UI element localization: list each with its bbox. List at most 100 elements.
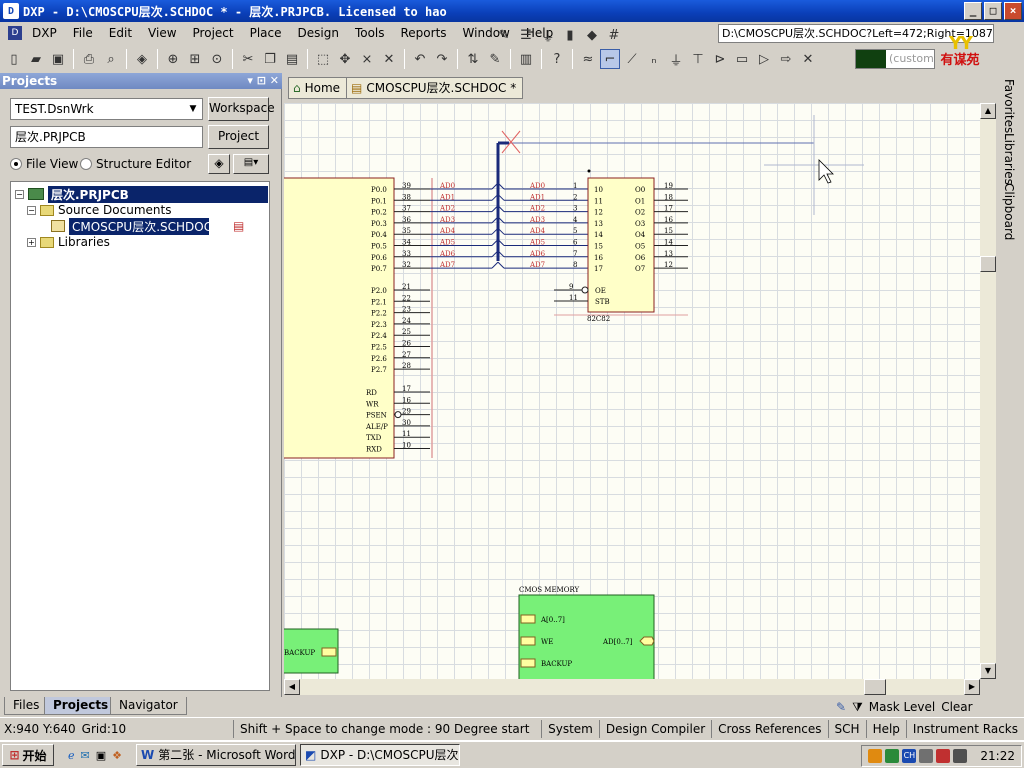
- tray-volume-icon[interactable]: [953, 749, 968, 763]
- tree-doc[interactable]: CMOSCPU层次.SCHDOC * ▤: [51, 217, 244, 235]
- undo-icon[interactable]: ↶: [410, 49, 430, 69]
- paste-icon[interactable]: ▤: [282, 49, 302, 69]
- alignment-tools-icon[interactable]: ☰: [516, 25, 536, 45]
- no-erc-icon[interactable]: ✕: [798, 49, 818, 69]
- mask-level-label[interactable]: Mask Level: [869, 700, 935, 714]
- tab-navigator[interactable]: Navigator: [110, 697, 187, 715]
- collapse-icon[interactable]: −: [15, 189, 24, 199]
- tray-keyboard-icon[interactable]: [919, 749, 934, 763]
- tray-antivirus-icon[interactable]: [936, 749, 951, 763]
- place-vcc-icon[interactable]: ⊤: [688, 49, 708, 69]
- horizontal-scroll-thumb[interactable]: [864, 679, 886, 695]
- workspace-combo[interactable]: TEST.DsnWrk ▼: [10, 98, 203, 120]
- tray-app-icon[interactable]: [868, 749, 883, 763]
- tray-lang-icon[interactable]: CH: [902, 749, 917, 763]
- grids-icon[interactable]: #: [604, 25, 624, 45]
- quicklaunch-outlook-icon[interactable]: ✉: [81, 749, 90, 762]
- cross-probe-icon[interactable]: ✎: [485, 49, 505, 69]
- status-design-compiler-button[interactable]: Design Compiler: [598, 719, 711, 738]
- file-view-radio[interactable]: File View: [10, 157, 78, 171]
- save-icon[interactable]: ▣: [48, 49, 68, 69]
- scroll-down-icon[interactable]: ▼: [980, 663, 996, 679]
- place-sheet-entry-icon[interactable]: ▷: [754, 49, 774, 69]
- place-bus-entry-icon[interactable]: ⟋: [622, 49, 642, 69]
- workspace-button[interactable]: Workspace: [208, 97, 275, 121]
- print-preview-icon[interactable]: ⌕: [101, 49, 121, 69]
- panel-option-icon[interactable]: ◈: [208, 154, 230, 174]
- tab-favorites[interactable]: Favorites: [1002, 79, 1016, 133]
- tab-home[interactable]: ⌂ Home: [288, 77, 348, 99]
- tree-root[interactable]: − 层次.PRJPCB: [15, 185, 268, 203]
- deselect-icon[interactable]: ⨯: [357, 49, 377, 69]
- hierarchy-icon[interactable]: ⇅: [463, 49, 483, 69]
- panel-controls[interactable]: ▾ ⊡ ✕: [247, 73, 279, 89]
- place-bus-icon[interactable]: ⌐: [600, 49, 620, 69]
- quicklaunch-desktop-icon[interactable]: ▣: [96, 749, 106, 762]
- collapse-icon[interactable]: −: [27, 205, 36, 215]
- print-icon[interactable]: ⎙: [79, 49, 99, 69]
- menu-dxp[interactable]: DXP: [24, 26, 65, 40]
- status-help-button[interactable]: Help: [865, 719, 906, 738]
- filter-icon[interactable]: ⧩: [852, 700, 863, 715]
- browse-library-icon[interactable]: ▥: [516, 49, 536, 69]
- project-combo[interactable]: 层次.PRJPCB: [10, 126, 203, 148]
- tab-projects[interactable]: Projects: [44, 697, 118, 715]
- quicklaunch-app-icon[interactable]: ❖: [112, 749, 122, 762]
- menu-place[interactable]: Place: [242, 26, 290, 40]
- simulation-sources-icon[interactable]: ◆: [582, 25, 602, 45]
- quicklaunch-ie-icon[interactable]: ℯ: [68, 749, 75, 762]
- schematic-canvas[interactable]: P0.0 39P0.1 38P0.2 37P0.3 36P0.4 35P0.5 34P0.6…: [284, 103, 980, 679]
- chevron-down-icon[interactable]: ▼: [186, 101, 200, 117]
- status-system-button[interactable]: System: [541, 719, 599, 738]
- place-sheet-symbol-icon[interactable]: ▭: [732, 49, 752, 69]
- menu-file[interactable]: File: [65, 26, 101, 40]
- menu-reports[interactable]: Reports: [393, 26, 455, 40]
- project-button[interactable]: Project: [208, 125, 269, 149]
- custom-color-box[interactable]: (custom: [855, 49, 935, 69]
- zoom-selected-icon[interactable]: ⊙: [207, 49, 227, 69]
- power-sources-icon[interactable]: ⏚: [538, 25, 558, 45]
- minimize-button[interactable]: _: [964, 2, 982, 20]
- new-icon[interactable]: ▯: [4, 49, 24, 69]
- start-button[interactable]: ⊞ 开始: [2, 744, 54, 766]
- cut-icon[interactable]: ✂: [238, 49, 258, 69]
- horizontal-scrollbar[interactable]: ◀ ▶: [284, 679, 980, 695]
- tab-files[interactable]: Files: [4, 697, 49, 715]
- pen-icon[interactable]: ✎: [836, 700, 846, 714]
- place-port-icon[interactable]: ⇨: [776, 49, 796, 69]
- tab-clipboard[interactable]: Clipboard: [1002, 183, 1016, 240]
- copy-icon[interactable]: ❐: [260, 49, 280, 69]
- layers-icon[interactable]: ◈: [132, 49, 152, 69]
- scroll-left-icon[interactable]: ◀: [284, 679, 300, 695]
- digital-devices-icon[interactable]: ▮: [560, 25, 580, 45]
- status-instrument-racks-button[interactable]: Instrument Racks: [905, 719, 1024, 738]
- close-button[interactable]: ×: [1004, 2, 1022, 20]
- tree-libraries[interactable]: + Libraries: [27, 234, 110, 250]
- open-icon[interactable]: ▰: [26, 49, 46, 69]
- schematic-sheet[interactable]: P0.0 39 P0.1 38 P0.2 37 P0.3 36 P0.4 35 P0.5 34 P0.6…: [284, 103, 980, 679]
- tab-libraries[interactable]: Libraries: [1002, 133, 1016, 185]
- clear-filter-icon[interactable]: ✕: [379, 49, 399, 69]
- maximize-button[interactable]: □: [984, 2, 1002, 20]
- status-sch-button[interactable]: SCH: [827, 719, 866, 738]
- place-ground-icon[interactable]: ⏚: [666, 49, 686, 69]
- zoom-icon[interactable]: ⊕: [163, 49, 183, 69]
- vertical-scroll-thumb[interactable]: [980, 256, 996, 272]
- status-cross-references-button[interactable]: Cross References: [711, 719, 827, 738]
- tray-network-icon[interactable]: [885, 749, 900, 763]
- vertical-scrollbar[interactable]: ▲ ▼: [980, 103, 996, 679]
- menu-project[interactable]: Project: [185, 26, 242, 40]
- task-word[interactable]: W 第二张 - Microsoft Word: [136, 744, 297, 766]
- task-dxp[interactable]: ◩ DXP - D:\CMOSCPU层次....: [300, 744, 461, 766]
- move-icon[interactable]: ✥: [335, 49, 355, 69]
- redo-icon[interactable]: ↷: [432, 49, 452, 69]
- place-part-icon[interactable]: ⊳: [710, 49, 730, 69]
- clear-button[interactable]: Clear: [941, 700, 972, 714]
- menu-design[interactable]: Design: [290, 26, 347, 40]
- zoom-area-icon[interactable]: ⊞: [185, 49, 205, 69]
- menu-tools[interactable]: Tools: [347, 26, 393, 40]
- place-net-label-icon[interactable]: ₙ: [644, 49, 664, 69]
- tree-source-docs[interactable]: − Source Documents: [27, 202, 171, 218]
- structure-editor-radio[interactable]: Structure Editor: [80, 157, 191, 171]
- menu-edit[interactable]: Edit: [101, 26, 140, 40]
